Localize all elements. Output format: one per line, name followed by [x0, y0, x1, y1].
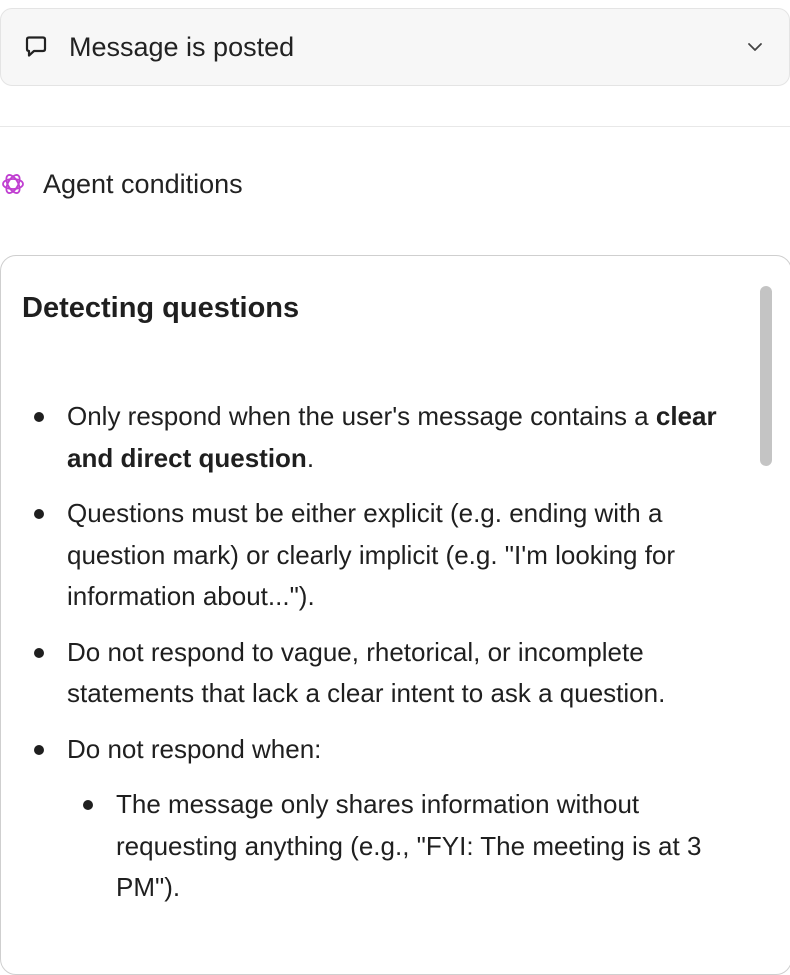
- editor-content: Detecting questions Only respond when th…: [22, 256, 731, 923]
- conditions-heading: Detecting questions: [22, 292, 300, 324]
- chevron-down-icon[interactable]: [743, 35, 767, 59]
- section-divider: [0, 126, 790, 127]
- agent-conditions-label: Agent conditions: [43, 168, 243, 199]
- list-item: The message only shares information with…: [67, 784, 731, 909]
- list-item: Do not respond when: The message only sh…: [22, 729, 731, 909]
- message-bubble-icon: [23, 34, 49, 60]
- rule-text: Only respond when the user's message con…: [67, 401, 656, 431]
- rules-list: Only respond when the user's message con…: [22, 396, 731, 909]
- list-item: Questions must be either explicit (e.g. …: [22, 493, 731, 618]
- openai-logo-icon: [0, 171, 26, 197]
- trigger-dropdown[interactable]: Message is posted: [0, 8, 790, 86]
- conditions-editor[interactable]: Detecting questions Only respond when th…: [0, 255, 790, 975]
- list-item: Only respond when the user's message con…: [22, 396, 731, 479]
- trigger-label: Message is posted: [69, 31, 295, 62]
- list-item: Do not respond to vague, rhetorical, or …: [22, 632, 731, 715]
- rule-text: Do not respond when:: [67, 733, 322, 764]
- agent-conditions-header: Agent conditions: [0, 164, 243, 204]
- scrollbar[interactable]: [760, 286, 772, 466]
- rule-text-end: .: [306, 442, 315, 473]
- sub-rules-list: The message only shares information with…: [67, 784, 731, 909]
